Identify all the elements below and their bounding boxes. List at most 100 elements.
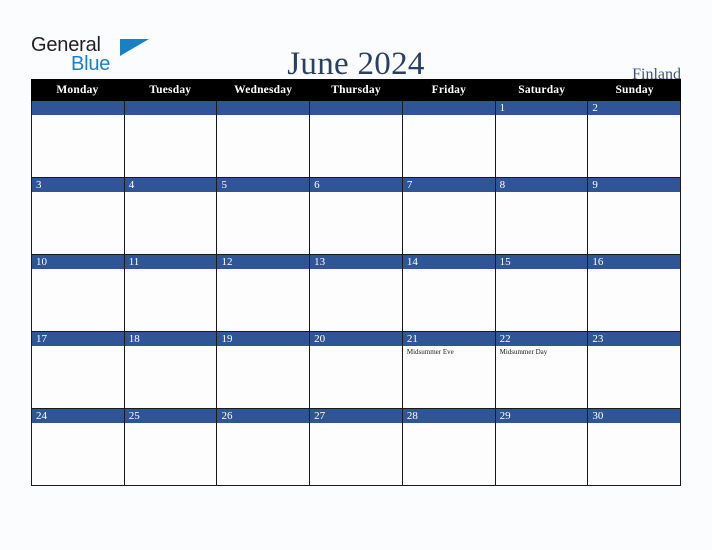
day-number: 21 [406,333,418,345]
weekday-header-friday: Friday [431,84,467,96]
calendar-day-cell[interactable]: 1 [494,101,588,178]
day-number: 9 [592,179,598,191]
day-number: 4 [128,179,135,191]
day-events: Midsummer Eve [403,346,495,357]
calendar-day-cell-empty[interactable] [309,101,402,178]
day-number-band: 30 [588,409,681,423]
day-number-band: 15 [495,255,588,269]
day-number-band: 14 [402,255,495,269]
day-number-band: 18 [124,332,217,346]
calendar-day-cell[interactable]: 26 [216,409,310,486]
calendar-day-cell[interactable]: 19 [216,332,310,409]
day-number: 26 [221,410,233,422]
weekday-header-saturday: Saturday [518,84,566,96]
calendar-week-row: 10 11 12 13 14 15 16 [31,255,682,332]
day-number: 10 [36,256,47,268]
day-number: 29 [499,410,511,422]
calendar-day-cell[interactable]: 24 [31,409,124,486]
day-number: 15 [499,256,511,268]
day-number-band: 4 [124,178,217,192]
day-number: 18 [128,333,140,345]
calendar-day-cell[interactable]: 23 [587,332,682,409]
calendar-day-cell[interactable]: 10 [31,255,124,332]
calendar-grid: Monday Tuesday Wednesday Thursday Friday… [31,79,682,486]
calendar-day-cell[interactable]: 11 [123,255,217,332]
calendar-day-cell[interactable]: 20 [309,332,402,409]
calendar-day-cell-empty[interactable] [216,101,310,178]
page-title: June 2024 [287,46,425,82]
calendar-day-cell[interactable]: 7 [401,178,495,255]
calendar-day-cell[interactable]: 4 [123,178,217,255]
weekday-header-monday: Monday [56,84,99,96]
day-number: 30 [592,410,604,422]
calendar-day-cell[interactable]: 18 [123,332,217,409]
day-number: 20 [314,333,326,345]
day-number: 6 [314,179,320,191]
calendar-day-cell[interactable]: 3 [31,178,124,255]
calendar-day-cell[interactable]: 30 [587,409,682,486]
calendar-day-cell[interactable]: 13 [309,255,402,332]
calendar-day-cell[interactable]: 28 [401,409,495,486]
calendar-day-cell[interactable]: 15 [494,255,588,332]
calendar-day-cell[interactable]: 21 Midsummer Eve [401,332,495,409]
calendar-day-cell[interactable]: 25 [123,409,217,486]
calendar-day-cell[interactable]: 16 [587,255,682,332]
calendar-day-cell[interactable]: 27 [309,409,402,486]
day-number-band: 12 [217,255,310,269]
calendar-week-row: 12 [31,101,682,178]
day-number: 2 [592,102,598,114]
calendar-day-cell[interactable]: 12 [216,255,310,332]
calendar-day-cell[interactable]: 8 [494,178,588,255]
day-number-band: 8 [495,178,588,192]
day-number: 8 [499,179,506,191]
day-number: 16 [592,256,604,268]
day-number: 12 [221,256,233,268]
day-number: 14 [406,256,418,268]
weekday-header-sunday: Sunday [615,84,654,96]
calendar-day-cell[interactable]: 9 [587,178,682,255]
holiday-label: Midsummer Eve [406,348,454,356]
calendar-day-cell-empty[interactable] [401,101,495,178]
calendar-page: General Blue June 2024 Finland Monday Tu… [0,0,712,550]
calendar-week-row: 17 18 19 20 21 Midsummer Eve 22 Midsummer Day 23 [31,332,682,409]
day-number-band: 29 [495,409,588,423]
calendar-day-cell-empty[interactable] [31,101,124,178]
day-number: 13 [314,256,326,268]
day-number: 1 [499,102,506,114]
weekday-header-wednesday: Wednesday [234,84,293,96]
calendar-day-cell-empty[interactable] [123,101,217,178]
day-number-band: 16 [588,255,681,269]
day-events: Midsummer Day [496,346,588,357]
day-number-band: 23 [588,332,681,346]
calendar-day-cell[interactable]: 17 [31,332,124,409]
day-number: 3 [36,179,42,191]
day-number-band [217,101,310,115]
weekday-header-tuesday: Tuesday [149,84,192,96]
calendar-day-cell[interactable]: 22 Midsummer Day [494,332,588,409]
calendar-day-cell[interactable]: 29 [494,409,588,486]
day-number-band [402,101,495,115]
day-number-band: 25 [124,409,217,423]
day-number-band: 19 [217,332,310,346]
day-number-band: 22 [495,332,588,346]
calendar-day-cell[interactable]: 6 [309,178,402,255]
day-number-band: 21 [402,332,495,346]
calendar-day-cell[interactable]: 2 [587,101,682,178]
day-number-band: 6 [310,178,402,192]
day-number-band [310,101,402,115]
day-number: 23 [592,333,604,345]
calendar-day-cell[interactable]: 5 [216,178,310,255]
day-number-band: 9 [588,178,681,192]
day-number: 7 [406,179,413,191]
day-number-band: 27 [310,409,402,423]
day-number-band: 2 [588,101,681,115]
page-header: General Blue June 2024 Finland [0,22,712,83]
day-number: 28 [406,410,418,422]
day-number: 19 [221,333,233,345]
day-number: 22 [499,333,511,345]
day-number-band: 10 [32,255,124,269]
calendar-weeks: 1 2 3 4 5 6 7 8 9 10 11 12 13 14 15 16 17 18 19 20 21 Midsumm… [31,101,682,486]
calendar-day-cell[interactable]: 14 [401,255,495,332]
day-number: 17 [36,333,47,345]
day-number: 11 [128,256,140,268]
